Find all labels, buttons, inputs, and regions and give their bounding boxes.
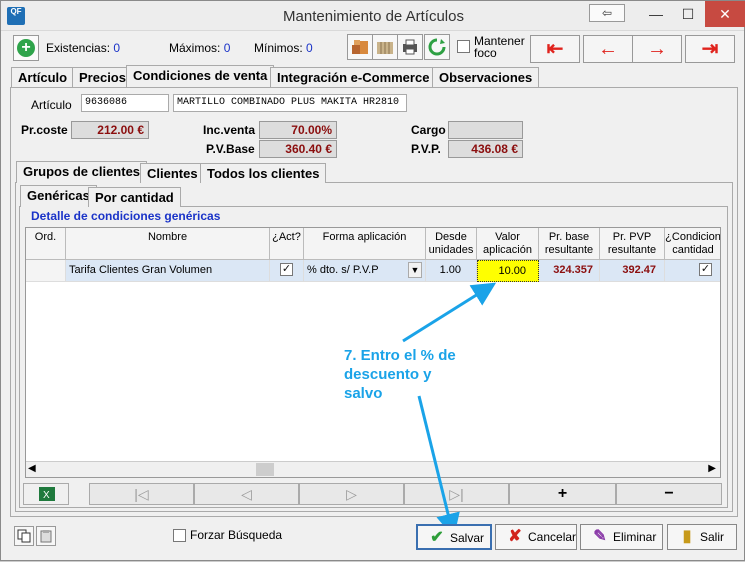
cancel-x-icon: ✘ <box>508 528 522 545</box>
copy-icon <box>17 529 31 543</box>
exit-door-icon: ▮ <box>682 528 692 545</box>
checkmark-icon: ✔ <box>430 529 444 546</box>
salir-label: Salir <box>700 530 725 544</box>
app-window: QF Mantenimiento de Artículos ⇦ — ☐ ✕ + … <box>0 0 745 561</box>
annotation-arrows <box>402 282 497 538</box>
forzar-busqueda-label: Forzar Búsqueda <box>190 528 283 542</box>
cancelar-button[interactable]: ✘ Cancelar <box>495 524 577 550</box>
paste-icon <box>40 530 52 543</box>
forzar-busqueda-checkbox[interactable] <box>173 529 186 542</box>
copy-button[interactable] <box>14 526 34 546</box>
cancelar-label: Cancelar <box>528 530 577 544</box>
eliminar-label: Eliminar <box>613 530 657 544</box>
arrow-to-save-button <box>417 395 460 538</box>
salvar-button[interactable]: ✔ Salvar <box>416 524 492 550</box>
tutorial-annotation: 7. Entro el % de descuento y salvo <box>344 347 456 402</box>
arrow-to-value-cell <box>402 282 497 343</box>
salir-button[interactable]: ▮ Salir <box>667 524 737 550</box>
eliminar-button[interactable]: ✎ Eliminar <box>580 524 663 550</box>
eraser-icon: ✎ <box>593 528 607 545</box>
salvar-label: Salvar <box>450 531 485 545</box>
paste-button[interactable] <box>36 526 56 546</box>
